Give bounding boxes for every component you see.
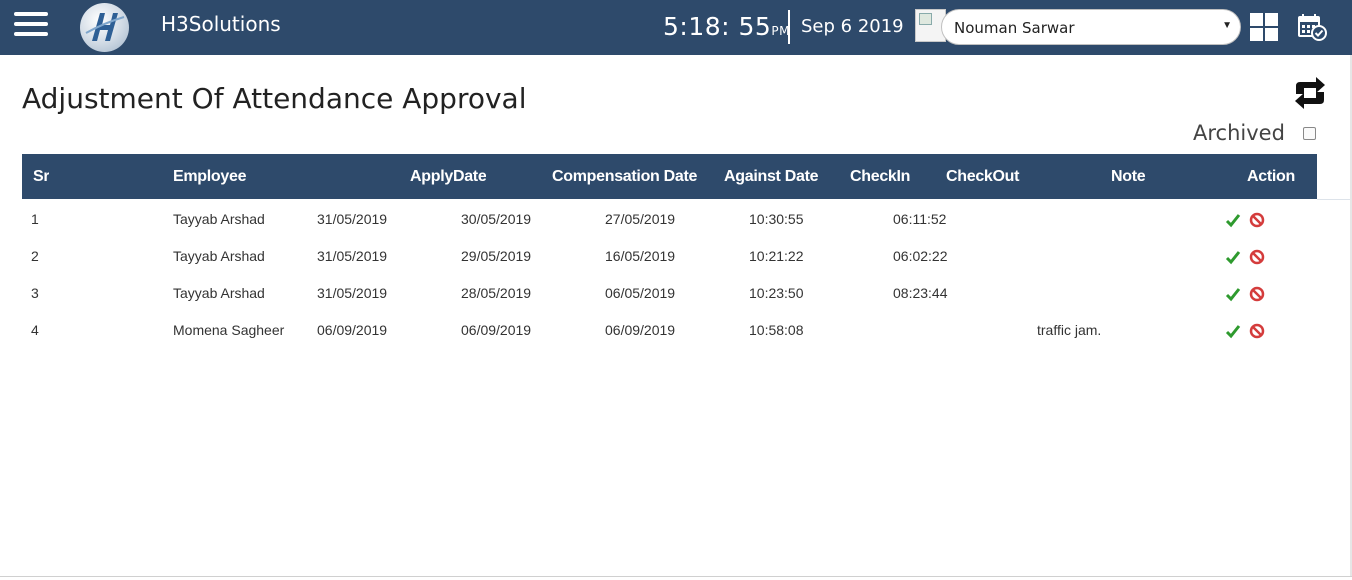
clock-time: 5:18: 55 [663,12,772,41]
ban-icon[interactable] [1249,286,1265,302]
check-icon[interactable] [1225,249,1241,265]
table-row: 1 Tayyab Arshad 31/05/2019 30/05/2019 27… [22,200,1317,237]
col-checkin[interactable]: CheckIn [850,168,910,186]
col-against-date[interactable]: Against Date [724,168,823,186]
col-employee[interactable]: Employee [173,168,246,186]
cell-date: 28/05/2019 [461,285,532,301]
user-select-value: Nouman Sarwar [954,19,1075,37]
col-note[interactable]: Note [1111,168,1145,186]
cell-date: 06/09/2019 [461,322,532,338]
archived-checkbox[interactable] [1303,127,1316,140]
cell-time: 10:23:50 [749,285,804,301]
ban-icon[interactable] [1249,249,1265,265]
refresh-arrows-icon[interactable] [1292,76,1328,110]
cell-date: 16/05/2019 [605,248,676,264]
bottom-rule [0,576,1352,577]
col-sr[interactable]: Sr [33,168,49,186]
col-checkout[interactable]: CheckOut [946,168,1021,186]
table-header: Sr Employee ApplyDate Compensation Date … [22,154,1317,199]
cell-time: 08:23:44 [893,285,948,301]
cell-employee: Tayyab Arshad [173,211,265,227]
cell-employee: Tayyab Arshad [173,248,265,264]
clock: 5:18: 55PM [663,12,790,41]
cell-time: 10:58:08 [749,322,804,338]
col-action[interactable]: Action [1247,168,1295,186]
cell-sr: 4 [31,322,39,338]
cell-employee: Tayyab Arshad [173,285,265,301]
header-date: Sep 6 2019 [801,16,904,37]
top-bar: H3Solutions 5:18: 55PM Sep 6 2019 Nouman… [0,0,1352,55]
hamburger-icon[interactable] [14,12,48,40]
cell-date: 29/05/2019 [461,248,532,264]
cell-time: 10:30:55 [749,211,804,227]
grid-icon[interactable] [1250,13,1278,41]
cell-time: 06:02:22 [893,248,948,264]
cell-sr: 1 [31,211,39,227]
table-row: 4 Momena Sagheer 06/09/2019 06/09/2019 0… [22,311,1317,348]
cell-sr: 3 [31,285,39,301]
table-row: 2 Tayyab Arshad 31/05/2019 29/05/2019 16… [22,237,1317,274]
ban-icon[interactable] [1249,212,1265,228]
header-divider [788,10,790,44]
user-select[interactable]: Nouman Sarwar ▼ [941,9,1241,45]
cell-date: 31/05/2019 [317,248,388,264]
cell-date: 06/05/2019 [605,285,676,301]
cell-date: 06/09/2019 [317,322,388,338]
calendar-check-icon[interactable] [1297,13,1327,41]
check-icon[interactable] [1225,323,1241,339]
cell-sr: 2 [31,248,39,264]
cell-date: 06/09/2019 [605,322,676,338]
cell-time: 10:21:22 [749,248,804,264]
company-logo [80,3,129,52]
archived-label: Archived [1193,121,1285,145]
cell-note: traffic jam. [1037,322,1102,338]
page-title: Adjustment Of Attendance Approval [22,82,527,115]
check-icon[interactable] [1225,212,1241,228]
chevron-down-icon: ▼ [1222,20,1232,31]
check-icon[interactable] [1225,286,1241,302]
ban-icon[interactable] [1249,323,1265,339]
cell-employee: Momena Sagheer [173,322,285,338]
col-apply-date[interactable]: ApplyDate [410,168,486,186]
cell-date: 31/05/2019 [317,211,388,227]
header-rule [1317,199,1352,200]
cell-date: 31/05/2019 [317,285,388,301]
cell-date: 27/05/2019 [605,211,676,227]
cell-time: 06:11:52 [893,211,947,227]
col-compensation-date[interactable]: Compensation Date [552,168,699,186]
brand-name: H3Solutions [161,12,281,36]
cell-date: 30/05/2019 [461,211,532,227]
table-row: 3 Tayyab Arshad 31/05/2019 28/05/2019 06… [22,274,1317,311]
